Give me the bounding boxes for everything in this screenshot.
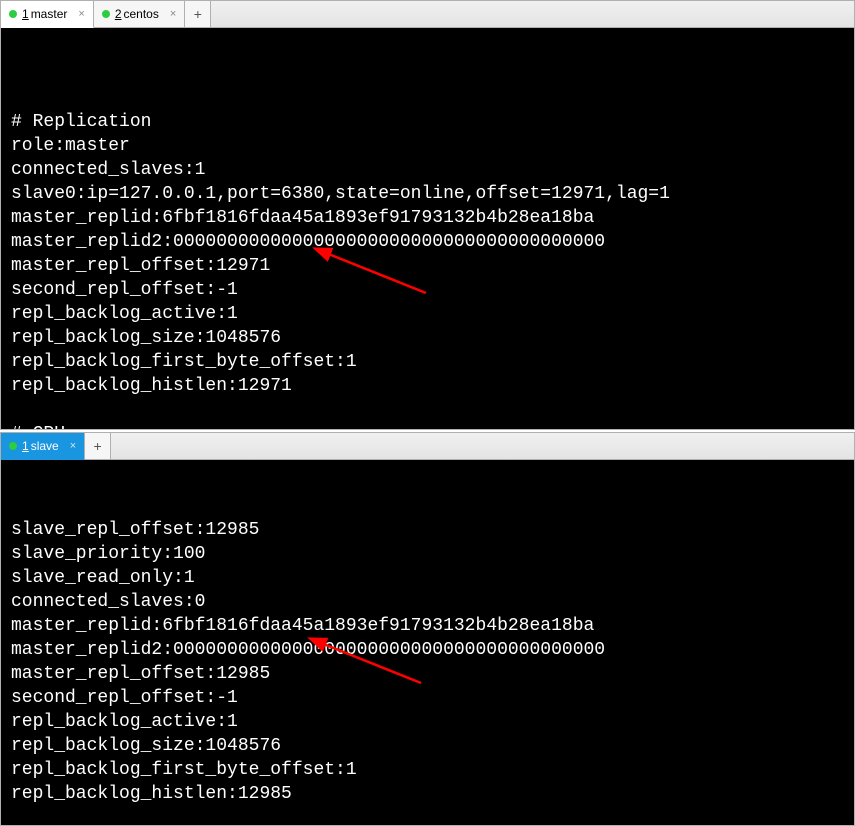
status-dot-icon <box>9 442 17 450</box>
top-window: 1master × 2centos × + # Replication role… <box>0 0 855 430</box>
tab-label: 2centos <box>115 7 159 21</box>
add-tab-button[interactable]: + <box>85 433 111 459</box>
terminal-output: slave_repl_offset:12985 slave_priority:1… <box>11 518 844 825</box>
close-icon[interactable]: × <box>170 9 176 20</box>
tab-label: 1master <box>22 7 67 21</box>
tab-bar-bottom: 1slave × + <box>1 433 854 460</box>
close-icon[interactable]: × <box>70 441 76 452</box>
status-dot-icon <box>102 10 110 18</box>
tab-label: 1slave <box>22 439 59 453</box>
tab-bar-top: 1master × 2centos × + <box>1 1 854 28</box>
close-icon[interactable]: × <box>78 9 84 20</box>
tab-master[interactable]: 1master × <box>1 1 94 28</box>
tab-slave[interactable]: 1slave × <box>1 433 85 460</box>
terminal-top[interactable]: # Replication role:master connected_slav… <box>1 28 854 429</box>
status-dot-icon <box>9 10 17 18</box>
bottom-window: 1slave × + slave_repl_offset:12985 slave… <box>0 432 855 826</box>
tab-centos[interactable]: 2centos × <box>94 1 185 27</box>
terminal-bottom[interactable]: slave_repl_offset:12985 slave_priority:1… <box>1 460 854 825</box>
terminal-output: # Replication role:master connected_slav… <box>11 86 844 429</box>
add-tab-button[interactable]: + <box>185 1 211 27</box>
